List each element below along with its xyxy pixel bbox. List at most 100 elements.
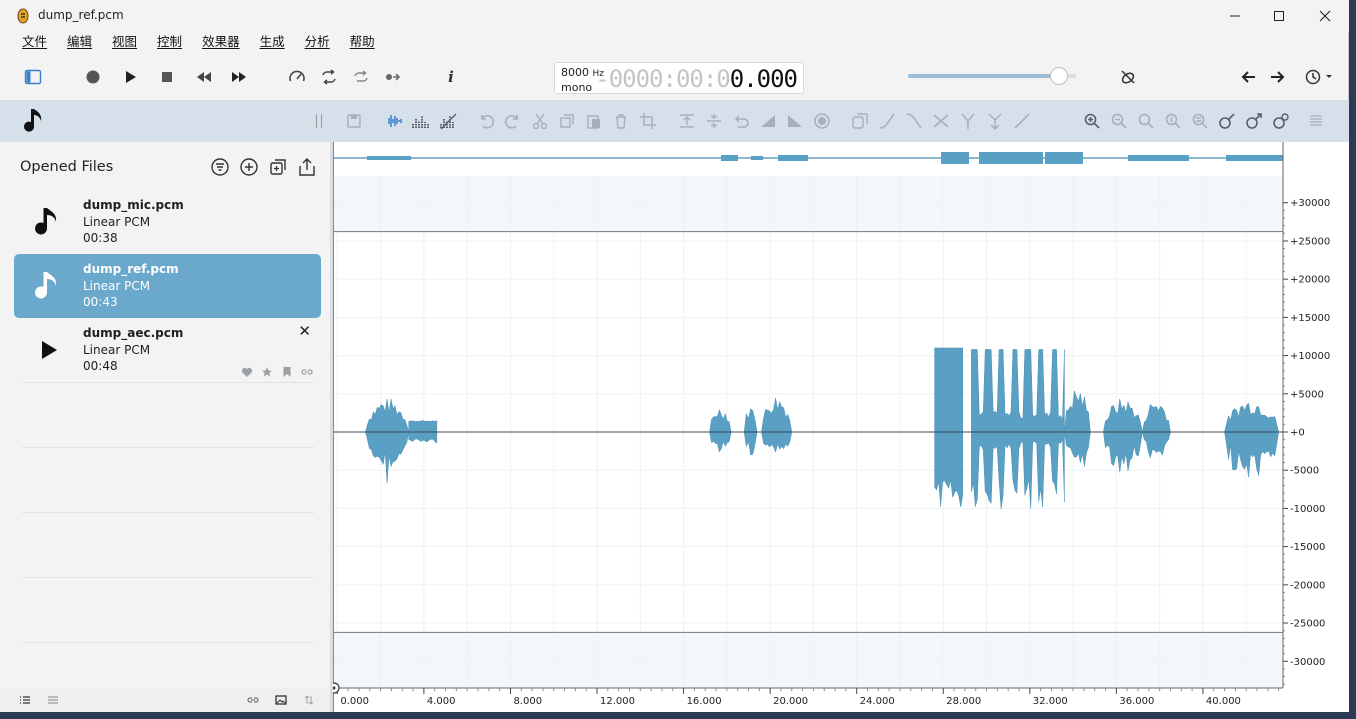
- add-file-icon[interactable]: [238, 156, 260, 178]
- cut-button[interactable]: [530, 111, 550, 131]
- marker-right-icon: [1246, 113, 1262, 129]
- y-tick-label: -30000: [1290, 657, 1325, 668]
- zoom-in-button[interactable]: [1082, 111, 1102, 131]
- merge-button[interactable]: [958, 111, 978, 131]
- marker-both-button[interactable]: [1271, 111, 1291, 131]
- duplicate-icon[interactable]: [267, 156, 289, 178]
- undo-button[interactable]: [476, 111, 496, 131]
- record-button[interactable]: [82, 66, 104, 88]
- menu-effects[interactable]: 效果器: [194, 32, 248, 54]
- speed-button[interactable]: [286, 66, 308, 88]
- paste-button[interactable]: [584, 111, 604, 131]
- library-button[interactable]: [20, 106, 48, 136]
- curve-down-button[interactable]: [904, 111, 924, 131]
- file-item-dump-aec[interactable]: dump_aec.pcm Linear PCM 00:48 ✕: [14, 318, 321, 382]
- file-item-dump-mic[interactable]: dump_mic.pcm Linear PCM 00:38: [14, 190, 321, 254]
- volume-slider[interactable]: [908, 67, 1076, 85]
- zoom-out-button[interactable]: [1109, 111, 1129, 131]
- normalize-button[interactable]: [812, 111, 832, 131]
- zoom-fit-button[interactable]: [1136, 111, 1156, 131]
- record-icon: [86, 70, 100, 84]
- y-tick-label: -10000: [1290, 504, 1325, 515]
- share-icon[interactable]: [296, 156, 318, 178]
- reverse-button[interactable]: [731, 111, 751, 131]
- y-tick-label: +0: [1290, 428, 1305, 439]
- y-tick-label: +20000: [1290, 275, 1330, 286]
- toolbar-grip[interactable]: [316, 114, 322, 128]
- file-actions: [241, 366, 313, 378]
- waveform-canvas[interactable]: +30000 +25000 +20000 +15000 +10000 +5000 +0 -50…: [333, 142, 1349, 712]
- fade-in-button[interactable]: [758, 111, 778, 131]
- close-button[interactable]: [1302, 0, 1348, 32]
- duplicate-track-icon: [852, 113, 868, 129]
- bookmark-icon[interactable]: [281, 366, 293, 378]
- maximize-button[interactable]: [1256, 0, 1302, 32]
- marker-left-button[interactable]: [1217, 111, 1237, 131]
- marker-right-button[interactable]: [1244, 111, 1264, 131]
- file-item-dump-ref[interactable]: dump_ref.pcm Linear PCM 00:43: [14, 254, 321, 318]
- menu-help[interactable]: 帮助: [342, 32, 383, 54]
- file-name: dump_mic.pcm: [83, 198, 184, 212]
- delete-button[interactable]: [611, 111, 631, 131]
- play-icon: [126, 71, 136, 83]
- star-icon[interactable]: [261, 366, 273, 378]
- forward-button[interactable]: [1266, 66, 1288, 88]
- menu-analyze[interactable]: 分析: [297, 32, 338, 54]
- sidebar-toggle-button[interactable]: [22, 66, 44, 88]
- zoom-all-button[interactable]: [1190, 111, 1210, 131]
- volume-thumb[interactable]: [1050, 67, 1069, 85]
- save-button[interactable]: [344, 111, 364, 131]
- back-button[interactable]: [1238, 66, 1260, 88]
- waveform-mode-button[interactable]: [384, 111, 404, 131]
- image-icon[interactable]: [275, 694, 287, 706]
- redo-button[interactable]: [503, 111, 523, 131]
- info-button[interactable]: i: [440, 66, 462, 88]
- toolbar-overflow-button[interactable]: [1306, 111, 1326, 131]
- filter-icon[interactable]: [209, 156, 231, 178]
- fast-forward-button[interactable]: [228, 66, 250, 88]
- rewind-button[interactable]: [193, 66, 215, 88]
- zoom-fit-icon: [1138, 113, 1154, 129]
- trim-vertical-button[interactable]: [677, 111, 697, 131]
- time-display: 8000 Hz mono -0000:00:00.000: [554, 62, 804, 94]
- sidebar-title: Opened Files: [20, 159, 114, 175]
- repeat-button[interactable]: [350, 66, 372, 88]
- duplicate-track-button[interactable]: [850, 111, 870, 131]
- list-view-icon[interactable]: [19, 694, 31, 706]
- play-button[interactable]: [119, 66, 141, 88]
- waveform-view[interactable]: +30000 +25000 +20000 +15000 +10000 +5000 +0 -50…: [333, 142, 1349, 712]
- copy-button[interactable]: [557, 111, 577, 131]
- zoom-selection-button[interactable]: [1163, 111, 1183, 131]
- history-button[interactable]: [1302, 66, 1336, 88]
- channel-mode: mono: [561, 81, 593, 94]
- marker-left-icon: [1219, 113, 1235, 129]
- menu-generate[interactable]: 生成: [252, 32, 293, 54]
- music-note-icon: [35, 272, 57, 299]
- menu-control[interactable]: 控制: [149, 32, 190, 54]
- compact-view-icon[interactable]: [47, 694, 59, 706]
- close-file-button[interactable]: ✕: [298, 322, 311, 340]
- fade-out-button[interactable]: [785, 111, 805, 131]
- heart-icon[interactable]: [241, 366, 253, 378]
- window-title: dump_ref.pcm: [38, 8, 124, 22]
- minimize-button[interactable]: [1212, 0, 1258, 32]
- menu-view[interactable]: 视图: [104, 32, 145, 54]
- menu-edit[interactable]: 编辑: [59, 32, 100, 54]
- mute-button[interactable]: [1117, 66, 1139, 88]
- link-icon[interactable]: [301, 366, 313, 378]
- menu-file[interactable]: 文件: [14, 32, 55, 54]
- stop-button[interactable]: [156, 66, 178, 88]
- line-button[interactable]: [1012, 111, 1032, 131]
- cross-fade-button[interactable]: [931, 111, 951, 131]
- split-button[interactable]: [704, 111, 724, 131]
- loop-button[interactable]: [318, 66, 340, 88]
- crop-button[interactable]: [638, 111, 658, 131]
- link-icon[interactable]: [247, 694, 259, 706]
- play-to-selection-button[interactable]: [382, 66, 404, 88]
- spectrum-mode-button[interactable]: [410, 111, 430, 131]
- merge-alt-button[interactable]: [985, 111, 1005, 131]
- zoom-all-icon: [1192, 113, 1208, 129]
- spectrogram-off-button[interactable]: [438, 111, 458, 131]
- sort-icon[interactable]: [303, 694, 315, 706]
- curve-up-button[interactable]: [877, 111, 897, 131]
